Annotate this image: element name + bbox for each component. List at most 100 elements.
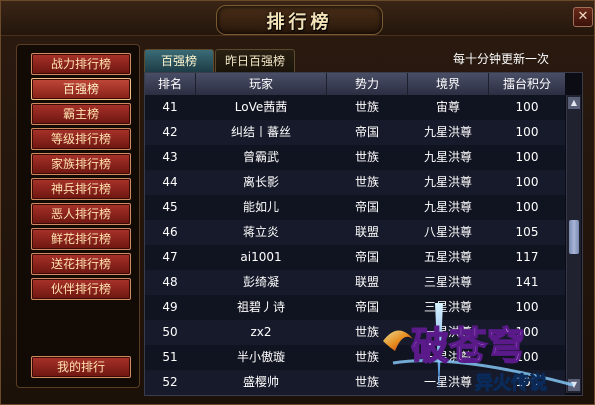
cell-arena-points: 100 [515,175,539,189]
cell-arena-points: 100 [515,325,539,339]
ranking-category-sidebar: 战力排行榜 百强榜 霸主榜 等级排行榜 家族排行榜 神兵排行榜 恶人排行榜 鲜花… [16,44,140,388]
table-scrollbar[interactable]: ▲ ▼ [566,95,581,393]
cell-realm: 九星洪尊 [423,175,472,189]
table-row[interactable]: 48 彭绮凝 联盟 三星洪尊 141 [145,270,565,296]
sidebar-item-family[interactable]: 家族排行榜 [31,153,131,175]
cell-rank: 48 [162,275,178,289]
table-row[interactable]: 51 半小傲璇 世族 一星洪尊 100 [145,345,565,371]
sidebar-item-level[interactable]: 等级排行榜 [31,128,131,150]
cell-rank: 45 [162,200,178,214]
cell-arena-points: 100 [515,375,539,389]
tab-yesterday-top-hundred[interactable]: 昨日百强榜 [215,49,295,72]
update-note: 每十分钟更新一次 [453,52,550,66]
table-row[interactable]: 43 曾霸武 世族 九星洪尊 100 [145,145,565,171]
cell-rank: 43 [162,150,178,164]
cell-rank: 50 [162,325,178,339]
cell-arena-points: 105 [515,225,539,239]
cell-player: 离长影 [242,175,279,189]
arrow-up-icon: ▲ [570,98,578,107]
cell-player: ai1001 [240,250,282,264]
cell-faction: 世族 [354,150,379,164]
title-plaque: 排行榜 [216,5,383,35]
cell-player: 祖碧丿诗 [236,300,285,314]
cell-faction: 世族 [354,350,379,364]
scroll-up-button[interactable]: ▲ [568,97,580,109]
cell-arena-points: 100 [515,150,539,164]
sidebar-item-overlord[interactable]: 霸主榜 [31,103,131,125]
sidebar-item-combat-power[interactable]: 战力排行榜 [31,53,131,75]
cell-arena-points: 100 [515,200,539,214]
cell-player: 纠结丨蕃丝 [230,125,291,139]
cell-realm: 五星洪尊 [423,250,472,264]
scroll-thumb[interactable] [569,220,579,254]
title-bar: 排行榜 ✕ [1,1,594,36]
table-row[interactable]: 41 LoVe茜茜 世族 宙尊 100 [145,95,565,121]
cell-rank: 46 [162,225,178,239]
cell-faction: 帝国 [354,250,379,264]
cell-player: 曾霸武 [242,150,279,164]
cell-arena-points: 117 [515,250,539,264]
table-row[interactable]: 50 zx2 世族 一星洪尊 100 [145,320,565,346]
cell-player: 半小傲璇 [236,350,285,364]
cell-arena-points: 100 [515,125,539,139]
cell-faction: 帝国 [354,200,379,214]
header-faction: 势力 [327,73,408,95]
sidebar-item-flowers-sent[interactable]: 送花排行榜 [31,253,131,275]
cell-arena-points: 100 [515,300,539,314]
table-row[interactable]: 45 能如儿 帝国 九星洪尊 100 [145,195,565,221]
cell-player: LoVe茜茜 [234,100,288,114]
ranking-window: 排行榜 ✕ 战力排行榜 百强榜 霸主榜 等级排行榜 家族排行榜 神兵排行榜 恶人… [0,0,595,405]
cell-player: 盛樱帅 [242,375,279,389]
cell-realm: 一星洪尊 [423,350,472,364]
sidebar-item-villain[interactable]: 恶人排行榜 [31,203,131,225]
cell-faction: 联盟 [354,225,379,239]
table-row[interactable]: 44 离长影 世族 九星洪尊 100 [145,170,565,196]
sidebar-item-flowers-received[interactable]: 鲜花排行榜 [31,228,131,250]
cell-faction: 联盟 [354,275,379,289]
cell-player: 能如儿 [242,200,279,214]
cell-realm: 宙尊 [435,100,460,114]
header-player: 玩家 [196,73,327,95]
my-rank-button[interactable]: 我的排行 [31,356,131,378]
cell-rank: 44 [162,175,178,189]
cell-rank: 51 [162,350,178,364]
tab-top-hundred[interactable]: 百强榜 [144,49,214,72]
cell-faction: 帝国 [354,300,379,314]
cell-arena-points: 100 [515,100,539,114]
cell-rank: 47 [162,250,178,264]
cell-realm: 九星洪尊 [423,150,472,164]
cell-rank: 41 [162,100,178,114]
cell-faction: 世族 [354,175,379,189]
cell-realm: 九星洪尊 [423,125,472,139]
window-title: 排行榜 [266,12,333,33]
table-row[interactable]: 49 祖碧丿诗 帝国 三星洪尊 100 [145,295,565,321]
cell-rank: 42 [162,125,178,139]
arrow-down-icon: ▼ [570,380,578,389]
cell-faction: 世族 [354,375,379,389]
cell-arena-points: 141 [515,275,539,289]
table-row[interactable]: 46 蒋立炎 联盟 八星洪尊 105 [145,220,565,246]
cell-arena-points: 100 [515,350,539,364]
sidebar-item-companion[interactable]: 伙伴排行榜 [31,278,131,300]
ranking-table: 排名 玩家 势力 境界 擂台积分 41 LoVe茜茜 世族 宙尊 100 42 纠结丨蕃丝帝… [144,72,583,396]
cell-realm: 三星洪尊 [423,275,472,289]
table-row[interactable]: 52 盛樱帅 世族 一星洪尊 100 [145,370,565,395]
cell-faction: 世族 [354,100,379,114]
cell-rank: 49 [162,300,178,314]
cell-realm: 一星洪尊 [423,375,472,389]
scroll-down-button[interactable]: ▼ [568,379,580,391]
cell-player: zx2 [250,325,272,339]
sidebar-item-top-hundred[interactable]: 百强榜 [31,78,131,100]
cell-player: 蒋立炎 [242,225,279,239]
table-header: 排名 玩家 势力 境界 擂台积分 [145,73,565,95]
table-row[interactable]: 47 ai1001 帝国 五星洪尊 117 [145,245,565,271]
close-icon: ✕ [577,9,589,24]
cell-faction: 帝国 [354,125,379,139]
sidebar-item-divine-weapon[interactable]: 神兵排行榜 [31,178,131,200]
header-realm: 境界 [408,73,489,95]
close-button[interactable]: ✕ [573,7,593,27]
table-row[interactable]: 42 纠结丨蕃丝 帝国 九星洪尊 100 [145,120,565,146]
cell-faction: 世族 [354,325,379,339]
cell-realm: 八星洪尊 [423,225,472,239]
cell-rank: 52 [162,375,178,389]
